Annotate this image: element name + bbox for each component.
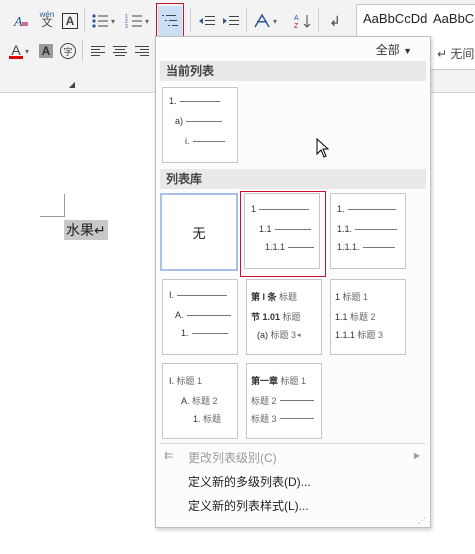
list-level-1: 第 I 条 标题 [251,292,298,302]
chinese-layout-button[interactable]: ▾ [250,10,280,32]
list-level-1: 1 标题 1 [335,291,369,303]
list-numeric-dots-option[interactable]: 1. 1.1. 1.1.1. [330,193,406,269]
document-text[interactable]: 水果↵ [64,220,108,240]
margin-marker [40,216,65,217]
decrease-indent-icon [199,16,215,25]
chevron-down-icon: ▼ [403,46,412,56]
list-level-2: 节 1.01 标题 [251,312,301,322]
style-no-spacing-label: ↵ 无间 [437,47,475,61]
list-level-3: 1. 标题 [193,413,222,425]
eraser-icon: A [13,15,28,29]
multilevel-list-dropdown: 全部 ▼ 当前列表 1. a) i. 列表库 无 1 1.1 1.1.1 1. … [155,36,431,528]
list-level-3: 1.1.1. [337,242,395,252]
svg-text:3: 3 [125,24,128,29]
align-center-button[interactable] [110,40,130,62]
list-level-2: 1.1 标题 2 [335,311,376,323]
clear-format-button[interactable]: A [10,10,32,32]
list-level-2: a) [175,116,223,126]
font-color-swatch [8,55,23,59]
define-multilevel-list-item[interactable]: 定义新的多级列表(D)... [188,473,311,490]
list-level-1: 1. [337,204,396,214]
enclose-char-icon: 字 [60,43,76,59]
list-level-2: A. 标题 2 [181,395,218,407]
pinyin-guide-button[interactable]: wén 文 [36,8,58,30]
list-level-1: I. 标题 1 [169,375,203,387]
change-level-icon: ⇇ [164,450,174,462]
chevron-down-icon: ▾ [144,16,149,26]
list-roman-option[interactable]: I. A. 1. [162,279,238,355]
list-level-1: 第一章 标题 1 [251,376,307,386]
chevron-down-icon: ▾ [110,16,115,26]
list-heading-numeric-option[interactable]: 1 标题 1 1.1 标题 2 1.1.1 标题 3 [330,279,406,355]
list-level-2: 标题 2 [251,394,314,407]
define-list-style-item[interactable]: 定义新的列表样式(L)... [188,497,309,514]
margin-marker [64,194,65,216]
chevron-down-icon: ▾ [272,16,277,26]
char-shading-icon: A [39,44,53,58]
numbering-button[interactable]: 123 ▾ [122,10,152,32]
font-color-icon: A [11,41,21,58]
filter-dropdown[interactable]: 全部 ▼ [376,41,412,58]
increase-indent-icon [223,16,239,25]
change-list-level-item: 更改列表级别(C) [188,451,277,465]
chevron-down-icon: ▾ [24,46,29,56]
divider [84,8,85,32]
font-color-button[interactable]: A ▾ [4,40,34,62]
list-level-3: 1. [181,328,228,338]
list-level-2: 1.1. [337,224,398,234]
list-level-2: A. [175,310,231,320]
list-level-3: 1.1.1 标题 3 [335,329,384,341]
list-level-3: 标题 3 [251,412,314,425]
list-level-3: i. [185,136,225,146]
selected-option-highlight [240,191,326,277]
list-none-option[interactable]: 无 [160,193,238,271]
char-border-icon: A [62,13,78,29]
sort-icon: AZ [294,15,311,29]
list-level-3: (a) 标题 3 ◂ [257,329,301,341]
list-chapter-option[interactable]: 第一章 标题 1 标题 2 标题 3 [246,363,322,439]
numbered-list-icon: 123 [125,14,142,29]
chinese-layout-icon [254,13,270,28]
list-article-section-option[interactable]: 第 I 条 标题 节 1.01 标题 (a) 标题 3 ◂ [246,279,322,355]
list-level-1: I. [169,290,228,300]
chevron-right-icon: ▶ [413,451,420,460]
svg-text:Z: Z [294,23,299,29]
align-right-button[interactable] [132,40,152,62]
align-center-icon [113,46,127,56]
style-normal[interactable]: AaBbCcDd [363,11,427,26]
list-heading-roman-option[interactable]: I. 标题 1 A. 标题 2 1. 标题 [162,363,238,439]
increase-indent-button[interactable] [220,10,242,32]
paragraph-mark-icon: ↲ [329,12,341,29]
svg-text:A: A [13,15,23,29]
bullets-button[interactable]: ▾ [88,10,118,32]
character-shading-button[interactable]: A [36,40,56,62]
list-level-1: 1. [169,96,220,106]
align-left-icon [91,46,105,56]
divider [82,40,83,62]
menu-divider [160,443,426,444]
list-library-header: 列表库 [160,169,426,189]
svg-text:A: A [294,15,299,22]
align-left-button[interactable] [88,40,108,62]
resize-grip-icon[interactable]: ⋰ [418,516,426,525]
divider [246,8,247,32]
current-list-thumbnail[interactable]: 1. a) i. [162,87,238,163]
enclose-characters-button[interactable]: 字 [58,40,78,62]
mouse-cursor-icon [316,138,330,158]
align-right-icon [135,46,149,56]
bullet-list-icon [92,14,108,28]
character-border-button[interactable]: A [60,10,80,32]
divider [318,8,319,32]
decrease-indent-button[interactable] [196,10,218,32]
sort-button[interactable]: AZ [292,10,314,32]
divider [190,8,191,32]
show-marks-button[interactable]: ↲ [324,10,346,32]
style-no-spacing[interactable]: AaBbCc [433,11,475,26]
font-dialog-launcher-icon[interactable]: ◢ [66,78,78,90]
current-list-header: 当前列表 [160,61,426,81]
